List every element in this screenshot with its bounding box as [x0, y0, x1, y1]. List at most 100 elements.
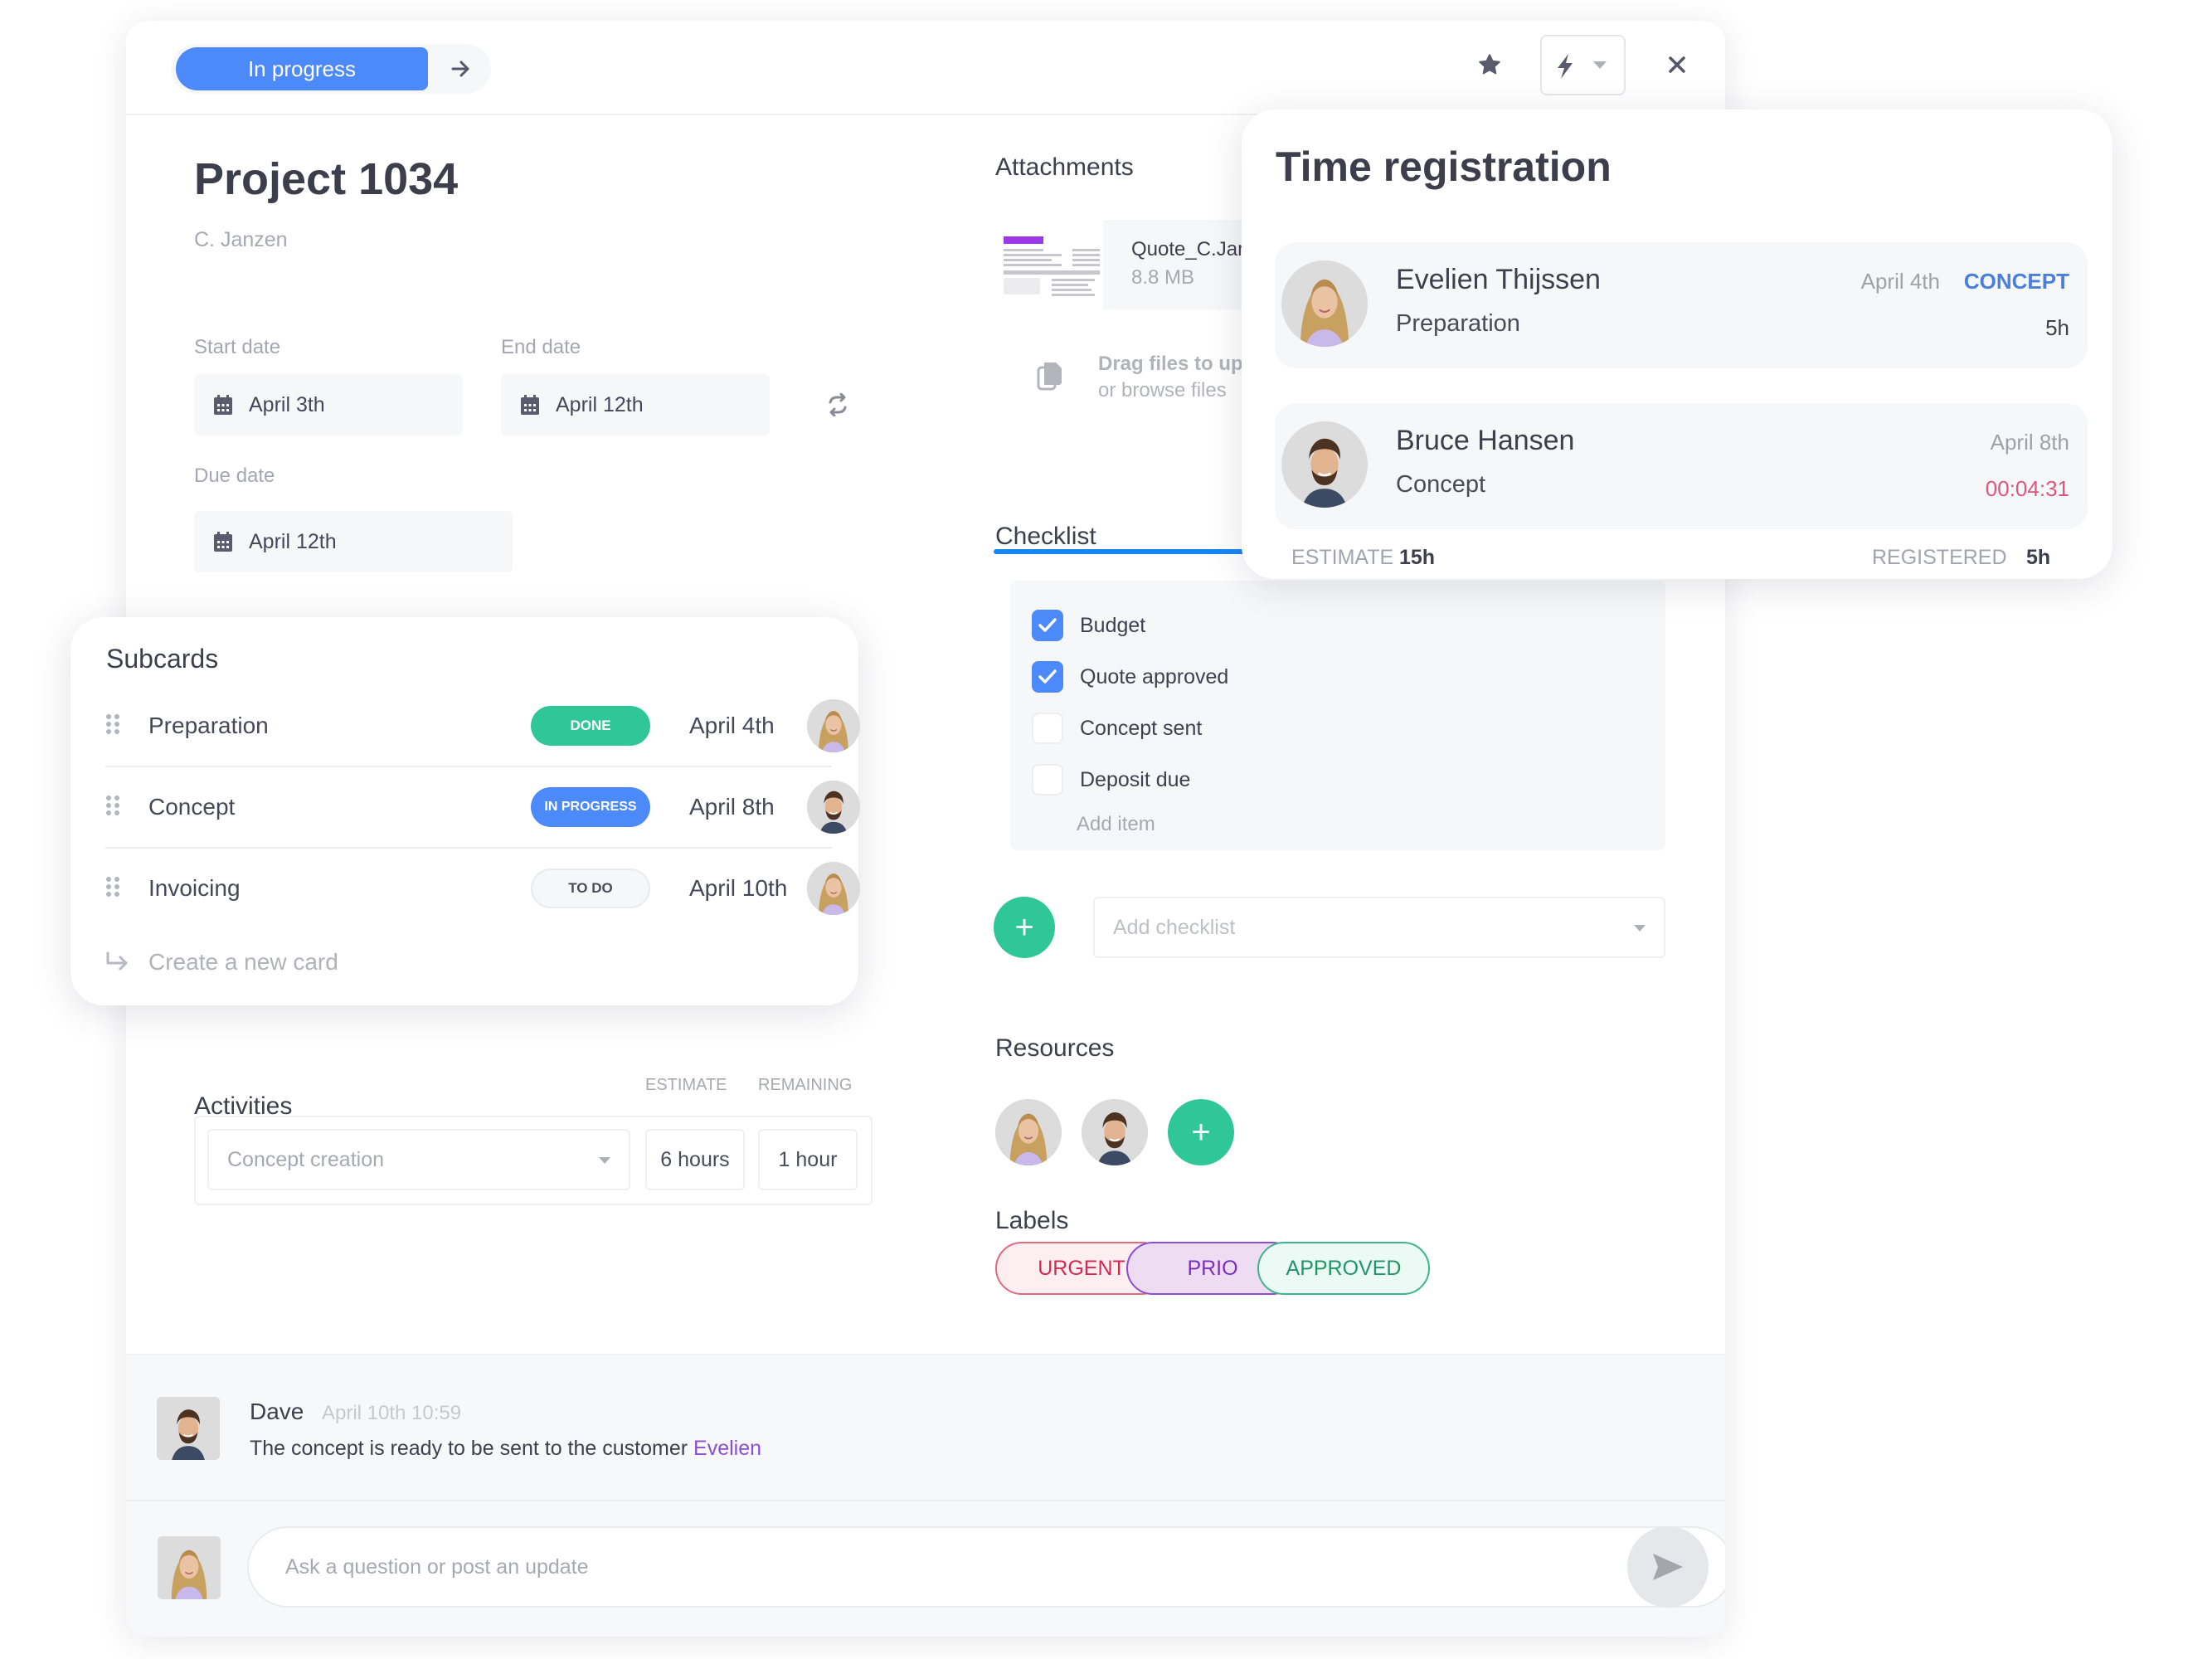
due-date-field[interactable]: April 12th — [194, 511, 513, 572]
time-entry[interactable]: Evelien Thijssen Preparation April 4th C… — [1275, 242, 2088, 368]
subcard-assignee-avatar[interactable] — [807, 699, 860, 752]
checkbox[interactable] — [1032, 610, 1063, 641]
end-date-field[interactable]: April 12th — [501, 374, 770, 435]
create-card-label: Create a new card — [148, 949, 338, 975]
add-checklist-select[interactable]: Add checklist — [1093, 897, 1665, 958]
automation-dropdown[interactable] — [1540, 35, 1626, 95]
status-badge[interactable]: IN PROGRESS — [531, 787, 650, 827]
due-date-value: April 12th — [249, 529, 337, 553]
labels-title: Labels — [995, 1207, 1069, 1234]
end-date-value: April 12th — [556, 392, 644, 416]
next-status-button[interactable] — [445, 52, 478, 85]
estimate-value: 15h — [1399, 546, 1436, 569]
check-icon — [1038, 669, 1057, 684]
time-registration-panel: Time registration Evelien Thijssen Prepa… — [1242, 109, 2112, 579]
start-date-value: April 3th — [249, 392, 325, 416]
file-thumbnail[interactable] — [1004, 228, 1103, 303]
subcard-date: April 8th — [689, 794, 775, 820]
remaining-input[interactable]: 1 hour — [758, 1129, 858, 1190]
checkbox[interactable] — [1032, 713, 1063, 744]
checklist-item-label: Quote approved — [1080, 664, 1229, 688]
subcard-row[interactable]: Concept IN PROGRESS April 8th — [105, 766, 860, 848]
entry-timer: 00:04:31 — [1985, 476, 2069, 501]
comment-input[interactable]: Ask a question or post an update — [247, 1526, 1725, 1608]
comment-mention[interactable]: Evelien — [693, 1437, 761, 1460]
status-badge[interactable]: DONE — [531, 706, 650, 746]
repeat-button[interactable] — [823, 390, 853, 420]
calendar-icon — [521, 395, 539, 415]
avatar-bruce — [1281, 421, 1368, 508]
check-icon — [1038, 618, 1057, 632]
subcard-row[interactable]: Preparation DONE April 4th — [105, 685, 860, 766]
drag-handle-icon[interactable] — [105, 876, 120, 902]
checkbox[interactable] — [1032, 764, 1063, 795]
start-date-field[interactable]: April 3th — [194, 374, 463, 435]
project-title: Project 1034 — [194, 154, 459, 204]
activity-select[interactable]: Concept creation — [207, 1129, 630, 1190]
resources-title: Resources — [995, 1034, 1115, 1062]
add-checklist-button[interactable]: + — [994, 897, 1055, 958]
subcard-assignee-avatar[interactable] — [807, 781, 860, 834]
time-registration-title: Time registration — [1276, 144, 1612, 190]
due-date-label: Due date — [194, 465, 275, 487]
file-size: 8.8 MB — [1131, 266, 1195, 289]
repeat-icon — [829, 393, 847, 416]
subcard-date: April 10th — [689, 875, 788, 901]
create-card-button[interactable]: Create a new card — [105, 949, 338, 975]
checkbox[interactable] — [1032, 661, 1063, 693]
subcard-date: April 4th — [689, 713, 775, 738]
project-owner: C. Janzen — [194, 228, 288, 251]
entry-phase: CONCEPT — [1963, 269, 2069, 294]
checklist-item-label: Concept sent — [1080, 716, 1203, 740]
entry-person: Bruce Hansen — [1396, 425, 1575, 456]
add-item-input[interactable]: Add item — [1077, 813, 1155, 836]
drop-line-1: Drag files to upload — [1098, 353, 1264, 375]
status-control: In progress — [171, 44, 491, 94]
checklist-item: Concept sent — [1032, 712, 1202, 745]
drag-handle-icon[interactable] — [105, 713, 120, 739]
resource-avatar-bruce[interactable] — [1082, 1099, 1148, 1165]
send-button[interactable] — [1627, 1526, 1709, 1608]
entry-duration: 5h — [2045, 315, 2069, 340]
chevron-down-icon — [1634, 925, 1646, 932]
attachments-title: Attachments — [995, 153, 1134, 181]
remaining-header: REMAINING — [758, 1076, 853, 1094]
entry-person: Evelien Thijssen — [1396, 264, 1601, 295]
status-badge[interactable]: TO DO — [531, 868, 650, 908]
checklist-box: Budget Quote approved Concept sent Deposit … — [1010, 581, 1665, 850]
file-drop-zone[interactable]: Drag files to upload or browse files — [1098, 353, 1264, 402]
label-tag[interactable]: APPROVED — [1257, 1242, 1430, 1295]
arrow-right-icon — [451, 61, 469, 77]
activity-select-value: Concept creation — [227, 1147, 385, 1171]
add-resource-button[interactable]: + — [1168, 1099, 1234, 1165]
drop-line-2: or browse files — [1098, 379, 1227, 401]
checklist-item-label: Budget — [1080, 613, 1146, 637]
avatar-evelien — [1281, 260, 1368, 347]
comment-body: The concept is ready to be sent to the c… — [250, 1437, 761, 1461]
favorite-button[interactable] — [1475, 50, 1505, 80]
comment-avatar-dave — [157, 1397, 220, 1460]
card-header: In progress — [126, 21, 1725, 115]
entry-task: Preparation — [1396, 310, 1520, 337]
subcard-assignee-avatar[interactable] — [807, 862, 860, 915]
entry-date: April 8th — [1990, 430, 2069, 455]
entry-date: April 4th — [1860, 269, 1940, 294]
end-date-label: End date — [501, 336, 581, 358]
document-preview-icon — [1004, 236, 1100, 296]
close-button[interactable] — [1665, 52, 1689, 77]
comments-divider — [126, 1500, 1725, 1501]
resource-avatar-evelien[interactable] — [995, 1099, 1062, 1165]
status-button[interactable]: In progress — [176, 47, 428, 90]
add-checklist-placeholder: Add checklist — [1113, 915, 1236, 939]
time-entry[interactable]: Bruce Hansen Concept April 8th 00:04:31 — [1275, 403, 2088, 529]
estimate-input[interactable]: 6 hours — [645, 1129, 745, 1190]
comment-author: Dave — [250, 1399, 304, 1424]
comment-timestamp: April 10th 10:59 — [322, 1402, 462, 1424]
drag-handle-icon[interactable] — [105, 795, 120, 820]
estimate-header: ESTIMATE — [645, 1076, 727, 1094]
calendar-icon — [214, 532, 232, 552]
chevron-down-icon — [1593, 61, 1607, 69]
subcard-row[interactable]: Invoicing TO DO April 10th — [105, 848, 860, 929]
checklist-item-label: Deposit due — [1080, 767, 1191, 791]
entry-task: Concept — [1396, 471, 1486, 498]
